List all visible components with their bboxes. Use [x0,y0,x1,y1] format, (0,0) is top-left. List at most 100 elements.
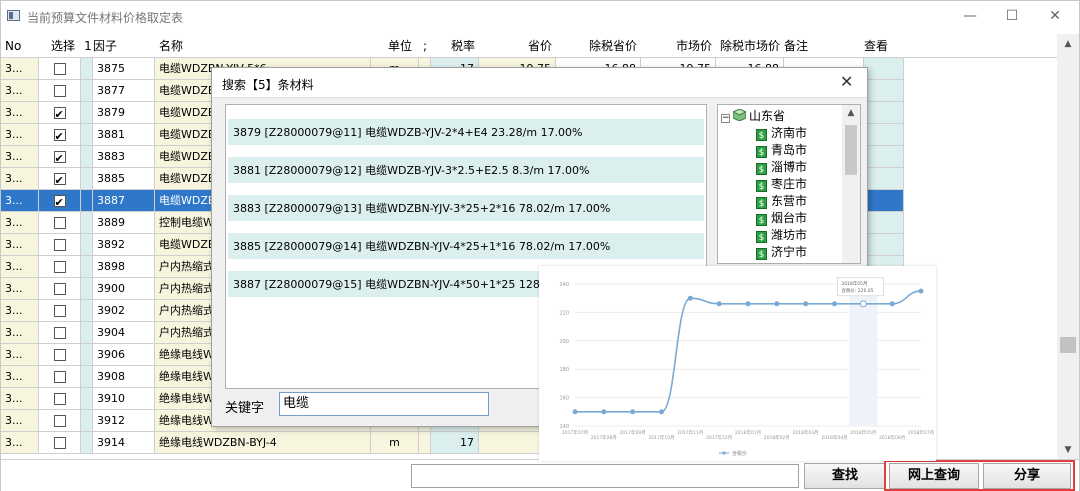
tree-city-item[interactable]: $ 烟台市 [756,210,807,227]
column-header[interactable]: 名称 [159,34,381,58]
cell-id[interactable]: 3881 [93,124,155,146]
select-cell[interactable] [39,190,81,212]
select-cell[interactable] [39,146,81,168]
collapse-icon[interactable]: − [721,114,730,123]
cell-no[interactable]: 3... [1,256,39,278]
cell-id[interactable]: 3906 [93,344,155,366]
cell-no[interactable]: 3... [1,102,39,124]
tree-city-item[interactable]: $ 潍坊市 [756,227,807,244]
column-header[interactable]: 备注 [784,34,864,58]
cell-name[interactable]: 绝缘电线WDZBN-BYJ-4 [155,432,371,454]
select-cell[interactable] [39,278,81,300]
cell-no[interactable]: 3... [1,212,39,234]
search-input[interactable] [411,464,799,488]
result-item[interactable]: 3879 [Z28000079@11] 电缆WDZB-YJV-2*4+E4 23… [228,119,704,146]
cell-no[interactable]: 3... [1,410,39,432]
cell-view[interactable] [864,58,904,80]
select-cell[interactable] [39,300,81,322]
cell-no[interactable]: 3... [1,80,39,102]
cell-no[interactable]: 3... [1,146,39,168]
column-header[interactable]: ; [419,34,431,58]
column-header[interactable]: 1 [83,34,93,58]
scroll-down-icon[interactable]: ▼ [1057,442,1079,458]
tree-city-item[interactable]: $ 东营市 [756,193,807,210]
row-checkbox[interactable] [53,63,66,75]
tree-city-item[interactable]: $ 济宁市 [756,244,807,261]
select-cell[interactable] [39,410,81,432]
tree-scrollbar[interactable]: ▲ [842,105,860,263]
cell-view[interactable] [864,212,904,234]
tree-city-item[interactable]: $ 青岛市 [756,142,807,159]
select-cell[interactable] [39,58,81,80]
table-scrollbar[interactable]: ▲ ▼ [1057,34,1079,459]
cell-blank[interactable] [81,432,93,454]
cell-blank[interactable] [81,344,93,366]
cell-blank[interactable] [81,278,93,300]
find-button[interactable]: 查找 [804,463,886,489]
cell-id[interactable]: 3908 [93,366,155,388]
cell-id[interactable]: 3887 [93,190,155,212]
cell-id[interactable]: 3885 [93,168,155,190]
select-cell[interactable] [39,388,81,410]
minimize-button[interactable]: — [959,7,981,25]
tree-city-item[interactable]: $ 枣庄市 [756,176,807,193]
cell-id[interactable]: 3902 [93,300,155,322]
cell-id[interactable]: 3912 [93,410,155,432]
column-header[interactable]: 税率 [431,34,479,58]
row-checkbox[interactable] [53,192,66,211]
tree-scroll-up-icon[interactable]: ▲ [842,105,860,121]
cell-blank[interactable] [81,212,93,234]
result-item[interactable]: 3885 [Z28000079@14] 电缆WDZBN-YJV-4*25+1*1… [228,233,704,260]
tree-city-item[interactable]: $ 淄博市 [756,159,807,176]
cell-id[interactable]: 3914 [93,432,155,454]
row-checkbox[interactable] [53,148,66,167]
select-cell[interactable] [39,256,81,278]
result-item[interactable]: 3881 [Z28000079@12] 电缆WDZB-YJV-3*2.5+E2.… [228,157,704,184]
select-cell[interactable] [39,212,81,234]
column-header[interactable]: 除税省价 [556,34,641,58]
cell-no[interactable]: 3... [1,124,39,146]
cell-blank[interactable] [81,80,93,102]
select-cell[interactable] [39,124,81,146]
cell-no[interactable]: 3... [1,234,39,256]
row-checkbox[interactable] [53,283,66,295]
cell-blank[interactable] [81,190,93,212]
cell-no[interactable]: 3... [1,168,39,190]
row-checkbox[interactable] [53,327,66,339]
cell-id[interactable]: 3875 [93,58,155,80]
column-header[interactable]: 省价 [479,34,556,58]
cell-no[interactable]: 3... [1,300,39,322]
cell-id[interactable]: 3892 [93,234,155,256]
cell-blank[interactable] [81,322,93,344]
cell-id[interactable]: 3889 [93,212,155,234]
select-cell[interactable] [39,234,81,256]
cell-no[interactable]: 3... [1,190,39,212]
select-cell[interactable] [39,80,81,102]
column-header[interactable]: 查看 [864,34,904,58]
cell-id[interactable]: 3898 [93,256,155,278]
cell-blank[interactable] [81,234,93,256]
cell-id[interactable]: 3879 [93,102,155,124]
keyword-input[interactable]: 电缆 [279,392,489,416]
column-header[interactable]: 除税市场价 [716,34,784,58]
row-checkbox[interactable] [53,126,66,145]
cell-view[interactable] [864,168,904,190]
cell-no[interactable]: 3... [1,278,39,300]
scroll-up-icon[interactable]: ▲ [1057,36,1079,52]
column-header[interactable]: 单位 [381,34,419,58]
cell-blank[interactable] [81,124,93,146]
cell-blank[interactable] [81,410,93,432]
select-cell[interactable] [39,102,81,124]
cell-id[interactable]: 3904 [93,322,155,344]
cell-tax[interactable]: 17 [431,432,479,454]
cell-id[interactable]: 3910 [93,388,155,410]
cell-view[interactable] [864,190,904,212]
row-checkbox[interactable] [53,437,66,449]
column-header[interactable]: 因子 [93,34,159,58]
row-checkbox[interactable] [53,261,66,273]
row-checkbox[interactable] [53,104,66,123]
cell-no[interactable]: 3... [1,432,39,454]
result-item[interactable]: 3883 [Z28000079@13] 电缆WDZBN-YJV-3*25+2*1… [228,195,704,222]
tree-city-item[interactable]: $ 济南市 [756,125,807,142]
close-button[interactable]: ✕ [1044,7,1066,25]
